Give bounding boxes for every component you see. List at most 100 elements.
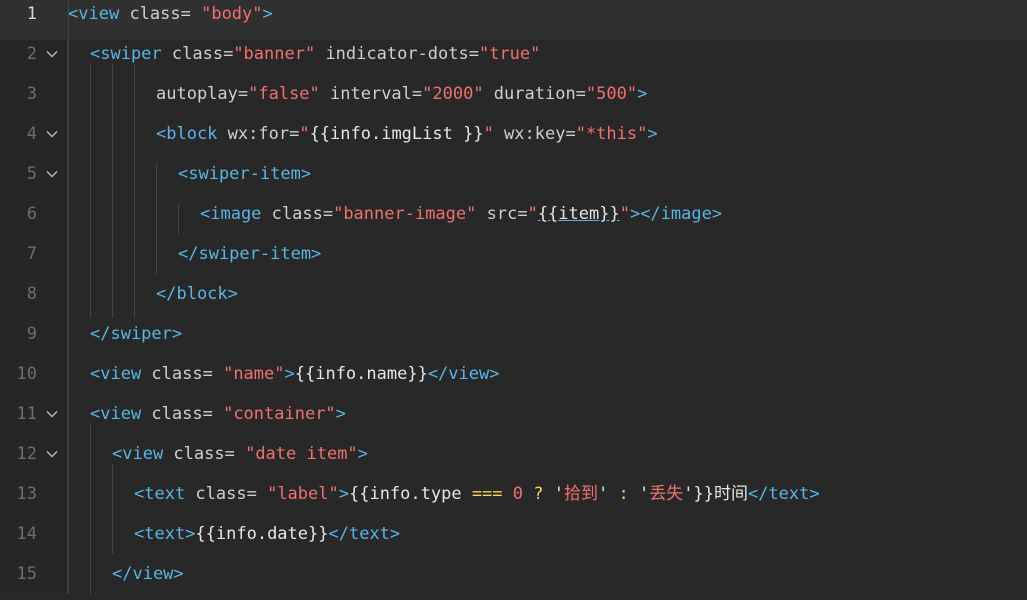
- code-token: "500": [585, 84, 638, 104]
- code-token: {{info.type: [348, 484, 472, 504]
- code-token: indicator-dots=: [315, 44, 479, 64]
- code-token: </text>: [328, 524, 401, 544]
- code-token: >: [338, 484, 349, 504]
- code-token: "true": [478, 44, 541, 64]
- indent-guide: [90, 424, 91, 594]
- code-line[interactable]: 9 </swiper>: [0, 320, 1027, 360]
- line-number: 6: [26, 204, 37, 224]
- code-token: <: [68, 4, 79, 24]
- code-token: ></image>: [629, 204, 723, 224]
- code-token: '}}时间: [683, 484, 748, 504]
- code-token: autoplay=: [156, 84, 249, 104]
- code-editor[interactable]: 1 <view class= "body"> 2 <swiper class="ban…: [0, 0, 1027, 594]
- code-token: <view: [112, 444, 164, 464]
- code-text[interactable]: <view class= "name">{{info.name}}</view>: [90, 360, 499, 388]
- code-token: >: [262, 4, 273, 24]
- line-number: 14: [16, 524, 37, 544]
- code-line[interactable]: 5 <swiper-item>: [0, 160, 1027, 200]
- code-token: >: [637, 84, 648, 104]
- code-text[interactable]: <view class= "body">: [68, 0, 273, 28]
- code-token: </view>: [112, 564, 184, 584]
- code-line[interactable]: 14 <text>{{info.date}}</text>: [0, 520, 1027, 560]
- code-line[interactable]: 13 <text class= "label">{{info.type === 0…: [0, 480, 1027, 520]
- code-line[interactable]: 4 <block wx:for="{{info.imgList }}" wx:ke…: [0, 120, 1027, 160]
- fold-chevron-icon[interactable]: [46, 448, 58, 460]
- code-line[interactable]: 15 </view>: [0, 560, 1027, 600]
- fold-chevron-icon[interactable]: [46, 48, 58, 60]
- fold-chevron-icon[interactable]: [46, 408, 58, 420]
- code-token: "2000": [422, 84, 484, 104]
- code-text[interactable]: <image class="banner-image" src="{{item}…: [200, 200, 722, 228]
- code-token: ": [619, 204, 630, 224]
- line-number: 12: [16, 444, 37, 464]
- code-text[interactable]: <text>{{info.date}}</text>: [134, 520, 400, 548]
- code-text[interactable]: autoplay="false" interval="2000" duratio…: [156, 80, 647, 108]
- code-token: {{info.date}}: [195, 524, 329, 544]
- code-token: <view: [90, 364, 142, 384]
- code-token: <view: [90, 404, 142, 424]
- line-number: 3: [26, 84, 37, 104]
- code-token: interval=: [319, 84, 423, 104]
- code-text[interactable]: <swiper class="banner" indicator-dots="t…: [90, 40, 540, 68]
- code-token: <block: [156, 124, 218, 144]
- code-token: {{info.name}}: [294, 364, 428, 384]
- code-line[interactable]: 6 <image class="banner-image" src="{{item…: [0, 200, 1027, 240]
- line-number: 13: [16, 484, 37, 504]
- code-token: ===: [471, 484, 503, 504]
- code-line[interactable]: 8 </block>: [0, 280, 1027, 320]
- code-text[interactable]: <block wx:for="{{info.imgList }}" wx:key…: [156, 120, 658, 148]
- code-token: <image: [200, 204, 262, 224]
- code-text[interactable]: </view>: [112, 560, 184, 588]
- code-line[interactable]: 3 autoplay="false" interval="2000" durati…: [0, 80, 1027, 120]
- code-token: ": [299, 124, 310, 144]
- code-token: <text: [134, 484, 186, 504]
- code-token: class=: [141, 404, 224, 424]
- code-token: duration=: [483, 84, 586, 104]
- code-line[interactable]: 7 </swiper-item>: [0, 240, 1027, 280]
- code-token: "banner": [233, 44, 316, 64]
- indent-guide: [178, 204, 179, 234]
- code-text[interactable]: </swiper>: [90, 320, 182, 348]
- code-text[interactable]: <text class= "label">{{info.type === 0 ?…: [134, 480, 820, 508]
- code-token: ": [483, 124, 494, 144]
- code-line[interactable]: 1 <view class= "body">: [0, 0, 1027, 40]
- line-number: 15: [16, 564, 37, 584]
- code-token: ": [527, 204, 538, 224]
- code-token: wx:for=: [217, 124, 300, 144]
- indent-guide: [90, 64, 91, 318]
- code-text[interactable]: </swiper-item>: [178, 240, 321, 268]
- code-text[interactable]: </block>: [156, 280, 238, 308]
- code-token: "date item": [245, 444, 358, 464]
- indent-guide: [134, 64, 135, 318]
- code-token: :: [618, 484, 629, 504]
- code-token: class=: [141, 364, 224, 384]
- code-line[interactable]: 10 <view class= "name">{{info.name}}</vie…: [0, 360, 1027, 400]
- code-token: <swiper-item>: [178, 164, 312, 184]
- indent-guide: [68, 0, 69, 594]
- code-token: view: [78, 4, 120, 24]
- fold-chevron-icon[interactable]: [46, 168, 58, 180]
- code-token: </swiper-item>: [178, 244, 322, 264]
- code-token: "banner-image": [333, 204, 477, 224]
- indent-guide: [112, 464, 113, 554]
- code-token: >: [357, 444, 368, 464]
- code-token: >: [335, 404, 346, 424]
- line-number: 1: [26, 4, 37, 24]
- code-token: "body": [201, 4, 263, 24]
- code-token: <swiper: [90, 44, 162, 64]
- code-token: "label": [267, 484, 339, 504]
- code-text[interactable]: <view class= "date item">: [112, 440, 368, 468]
- code-token: </view>: [427, 364, 500, 384]
- code-line[interactable]: 2 <swiper class="banner" indicator-dots="…: [0, 40, 1027, 80]
- code-line[interactable]: 12 <view class= "date item">: [0, 440, 1027, 480]
- code-token: class=: [261, 204, 334, 224]
- line-number: 4: [26, 124, 37, 144]
- code-token: wx:key=: [493, 124, 576, 144]
- code-text[interactable]: <view class= "container">: [90, 400, 346, 428]
- code-token: <text>: [134, 524, 196, 544]
- line-number: 7: [26, 244, 37, 264]
- fold-chevron-icon[interactable]: [46, 128, 58, 140]
- code-line[interactable]: 11 <view class= "container">: [0, 400, 1027, 440]
- code-text[interactable]: <swiper-item>: [178, 160, 311, 188]
